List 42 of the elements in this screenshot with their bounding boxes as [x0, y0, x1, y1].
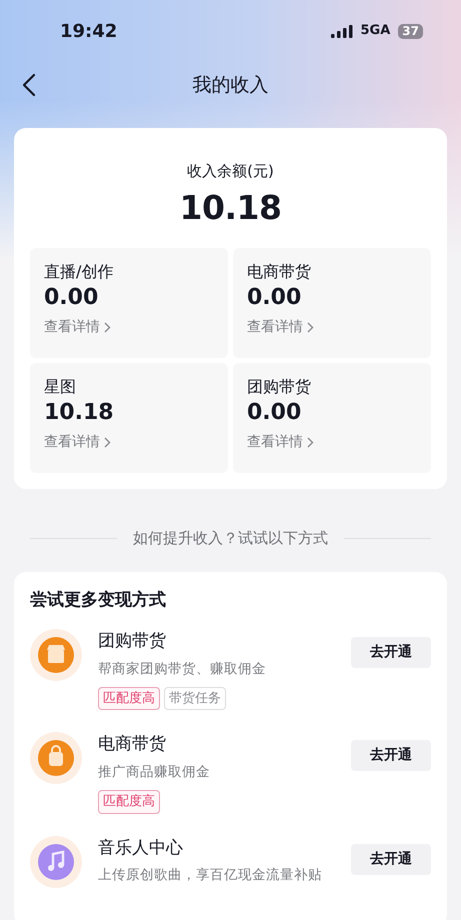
back-button[interactable]	[22, 72, 36, 97]
method-description: 帮商家团购带货、赚取佣金	[98, 660, 267, 678]
tile-amount: 10.18	[44, 399, 115, 427]
income-tile[interactable]: 直播/创作 0.00 查看详情	[30, 248, 228, 358]
tile-amount: 0.00	[44, 284, 100, 312]
details-link[interactable]: 查看详情	[247, 316, 314, 338]
page-title: 我的收入	[192, 72, 268, 98]
tile-amount: 0.00	[247, 399, 302, 427]
tile-amount: 0.00	[247, 284, 302, 312]
tag: 匹配度高	[98, 686, 160, 710]
activate-button[interactable]: 去开通	[351, 637, 431, 668]
details-link[interactable]: 查看详情	[44, 432, 111, 453]
signal-icon	[330, 24, 353, 38]
chevron-right-icon	[307, 436, 314, 448]
chevron-right-icon	[104, 322, 111, 333]
balance-amount: 10.18	[178, 186, 282, 228]
chevron-right-icon	[104, 436, 111, 448]
method-description: 上传原创歌曲，享百亿现金流量补贴	[98, 866, 323, 885]
activate-button[interactable]: 去开通	[351, 740, 431, 772]
income-tile[interactable]: 团购带货 0.00 查看详情	[233, 363, 431, 473]
tile-label: 电商带货	[247, 261, 312, 283]
balance-label: 收入余额(元)	[186, 161, 275, 182]
tag: 带货任务	[164, 686, 226, 710]
section-hint: 如何提升收入？试试以下方式	[133, 528, 328, 549]
tile-label: 星图	[44, 376, 77, 398]
status-time: 19:42	[60, 20, 118, 44]
method-title: 电商带货	[98, 733, 167, 756]
method-title: 团购带货	[98, 630, 167, 653]
details-link[interactable]: 查看详情	[44, 316, 111, 338]
income-tile[interactable]: 电商带货 0.00 查看详情	[233, 248, 431, 358]
chevron-right-icon	[307, 322, 314, 333]
activate-button[interactable]: 去开通	[351, 844, 431, 874]
tile-label: 团购带货	[247, 376, 312, 398]
details-link[interactable]: 查看详情	[247, 432, 314, 453]
network-label: 5GA	[360, 22, 390, 40]
tile-label: 直播/创作	[44, 261, 114, 283]
tag: 匹配度高	[98, 790, 160, 814]
method-description: 推广商品赚取佣金	[98, 762, 211, 782]
income-tile[interactable]: 星图 10.18 查看详情	[30, 363, 228, 473]
section-title: 尝试更多变现方式	[30, 588, 167, 612]
method-title: 音乐人中心	[98, 836, 184, 860]
battery-icon: 37	[398, 24, 423, 38]
